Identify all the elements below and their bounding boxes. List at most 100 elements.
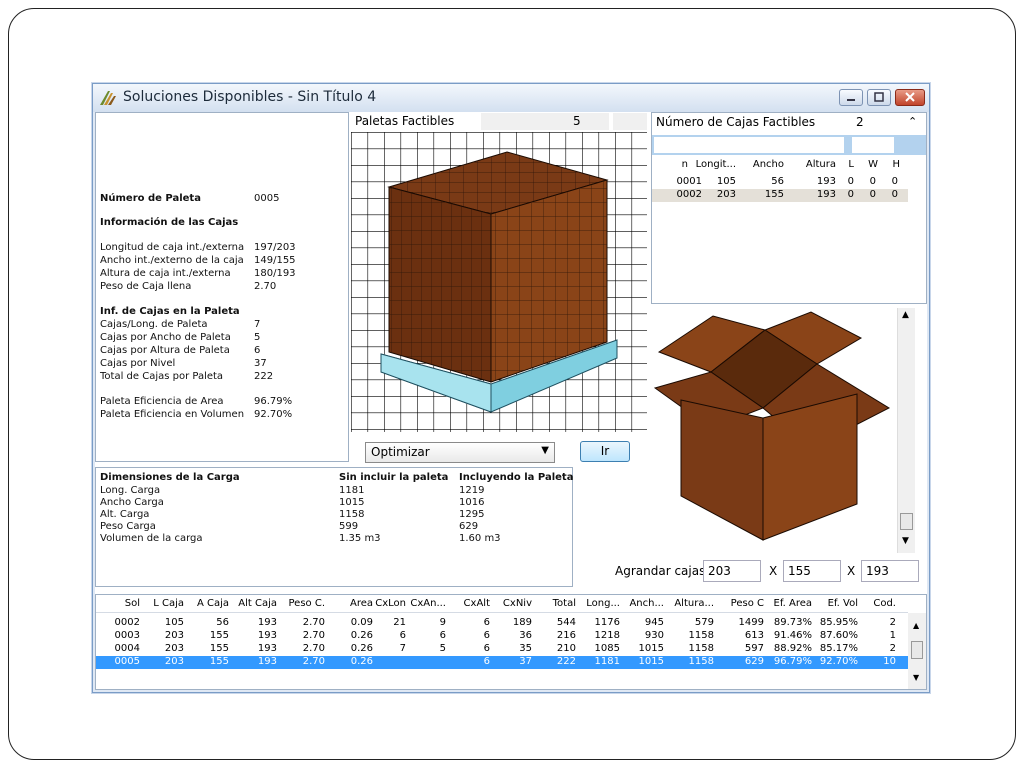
col-header[interactable]: W xyxy=(868,159,878,170)
cell: 0 xyxy=(847,189,854,200)
info-value: 7 xyxy=(254,319,261,330)
info-label: Cajas/Long. de Paleta xyxy=(100,319,208,330)
load-row-v2: 1016 xyxy=(459,497,485,508)
open-box-icon xyxy=(653,311,891,541)
feasible-pallets-label: Paletas Factibles xyxy=(355,114,455,128)
info-label: Ancho int./externo de la caja xyxy=(100,255,244,266)
info-label: Cajas por Ancho de Paleta xyxy=(100,332,231,343)
box-view-scrollbar[interactable]: ▲ ▼ xyxy=(897,308,915,553)
info-value: 2.70 xyxy=(254,281,277,292)
info-value: 37 xyxy=(254,358,267,369)
minimize-button[interactable] xyxy=(839,89,863,106)
scroll-down-icon[interactable]: ▼ xyxy=(913,673,919,682)
maximize-icon xyxy=(874,92,884,102)
col-header[interactable]: n xyxy=(682,159,688,170)
feasible-boxes-label: Número de Cajas Factibles xyxy=(656,115,816,129)
table-row[interactable]: 0004 203 155 193 2.70 0.26 7 5 6 35 210 1085 1015 115… xyxy=(96,643,908,656)
enlarge-boxes-row: Agrandar cajas 203 X 155 X 193 xyxy=(615,560,925,584)
info-value: 5 xyxy=(254,332,261,343)
load-row-v1: 1158 xyxy=(339,509,365,520)
scroll-thumb[interactable] xyxy=(911,641,923,659)
solutions-table: Sol L Caja A Caja Alt Caja Peso C. Area CxLon C… xyxy=(95,594,927,690)
pallet-3d-view[interactable] xyxy=(351,132,647,432)
load-row-v1: 599 xyxy=(339,521,359,532)
title-bar[interactable]: Soluciones Disponibles - Sin Título 4 xyxy=(93,84,929,112)
table-row[interactable]: 0005 203 155 193 2.70 0.26 6 37 222 1181 1015 1158 6… xyxy=(96,656,908,669)
pallet-number-label: Número de Paleta xyxy=(100,193,201,204)
info-value: 149/155 xyxy=(254,255,296,266)
filter-input[interactable] xyxy=(654,137,844,153)
feasible-boxes-count: 2 xyxy=(856,115,864,129)
feasible-boxes-panel: Número de Cajas Factibles 2 ⌃ n Longit..… xyxy=(651,112,927,304)
app-logo-icon xyxy=(100,91,116,105)
filter-input-2[interactable] xyxy=(852,137,894,153)
enlarge-length-input[interactable]: 203 xyxy=(703,560,761,582)
load-row-label: Alt. Carga xyxy=(100,509,150,520)
info-label: Cajas por Nivel xyxy=(100,358,176,369)
col-header[interactable]: Longit... xyxy=(696,159,736,170)
info-label: Altura de caja int./externa xyxy=(100,268,231,279)
chevron-up-icon[interactable]: ⌃ xyxy=(908,115,917,128)
load-dimensions-title: Dimensiones de la Carga xyxy=(100,472,240,483)
feasible-boxes-header: Número de Cajas Factibles 2 ⌃ xyxy=(652,113,926,133)
scroll-up-icon[interactable]: ▲ xyxy=(913,621,919,630)
pallet-info-panel: Número de Paleta 0005 Información de las… xyxy=(95,112,349,462)
info-label: Paleta Eficiencia en Volumen xyxy=(100,409,245,420)
feasible-pallets-header: Paletas Factibles 5 xyxy=(351,112,647,132)
info-label: Peso de Caja llena xyxy=(100,281,192,292)
pallet-boxes-title: Inf. de Cajas en la Paleta xyxy=(100,306,240,317)
table-row[interactable]: 0003 203 155 193 2.70 0.26 6 6 6 36 216 1218 930 1158… xyxy=(96,630,908,643)
info-value: 96.79% xyxy=(254,396,293,407)
col-header[interactable]: Cod. xyxy=(836,598,896,609)
col-header[interactable]: H xyxy=(892,159,900,170)
load-row-label: Ancho Carga xyxy=(100,497,164,508)
cell: 0 xyxy=(869,176,876,187)
go-button[interactable]: Ir xyxy=(580,441,630,462)
load-row-v2: 1219 xyxy=(459,485,485,496)
scroll-up-icon[interactable]: ▲ xyxy=(902,310,909,320)
scroll-down-icon[interactable]: ▼ xyxy=(902,536,909,546)
enlarge-boxes-label: Agrandar cajas xyxy=(615,564,706,578)
col-header[interactable]: Altura xyxy=(806,159,836,170)
info-value: 92.70% xyxy=(254,409,293,420)
cell: 203 xyxy=(716,189,736,200)
load-row-label: Long. Carga xyxy=(100,485,161,496)
window-client: Número de Paleta 0005 Información de las… xyxy=(95,112,927,690)
cell: 0 xyxy=(891,189,898,200)
feasible-pallets-field xyxy=(481,113,609,130)
col-header[interactable]: L xyxy=(848,159,854,170)
cell: 0 xyxy=(891,176,898,187)
table-row[interactable]: 0002 203 155 193 0 0 0 xyxy=(652,189,908,202)
info-label: Total de Cajas por Paleta xyxy=(100,371,224,382)
cell: 105 xyxy=(716,176,736,187)
table-header-row: n Longit... Ancho Altura L W H xyxy=(652,159,908,172)
load-row-v2: 1.60 m3 xyxy=(459,533,501,544)
close-icon xyxy=(905,92,915,102)
enlarge-height-input[interactable]: 193 xyxy=(861,560,919,582)
cell: 0001 xyxy=(676,176,702,187)
table-row[interactable]: 0002 105 56 193 2.70 0.09 21 9 6 189 544 1176 945 579… xyxy=(96,617,908,630)
solutions-header-row: Sol L Caja A Caja Alt Caja Peso C. Area CxLon C… xyxy=(96,595,908,613)
cell: 0 xyxy=(869,189,876,200)
feasible-pallets-count: 5 xyxy=(573,114,581,128)
scroll-thumb[interactable] xyxy=(900,513,913,530)
table-row[interactable]: 0001 105 56 193 0 0 0 xyxy=(652,176,908,189)
col-with-pallet: Incluyendo la Paleta xyxy=(459,472,574,483)
pallet-drawing xyxy=(351,132,647,432)
info-value: 222 xyxy=(254,371,274,382)
info-value: 197/203 xyxy=(254,242,296,253)
x-separator: X xyxy=(769,564,778,578)
info-value: 180/193 xyxy=(254,268,296,279)
optimize-dropdown[interactable]: Optimizar ▼ xyxy=(365,442,555,463)
cell: 2 xyxy=(889,643,896,654)
cell: 0002 xyxy=(676,189,702,200)
solutions-scrollbar[interactable]: ▲ ▼ xyxy=(908,613,926,689)
window-title: Soluciones Disponibles - Sin Título 4 xyxy=(123,89,377,105)
col-header[interactable]: Ancho xyxy=(753,159,784,170)
maximize-button[interactable] xyxy=(867,89,891,106)
close-button[interactable] xyxy=(895,89,925,106)
feasible-pallets-spin[interactable] xyxy=(613,113,647,130)
enlarge-width-input[interactable]: 155 xyxy=(783,560,841,582)
load-dimensions-panel: Dimensiones de la Carga Sin incluir la p… xyxy=(95,467,573,587)
pallet-number-value: 0005 xyxy=(254,193,280,204)
